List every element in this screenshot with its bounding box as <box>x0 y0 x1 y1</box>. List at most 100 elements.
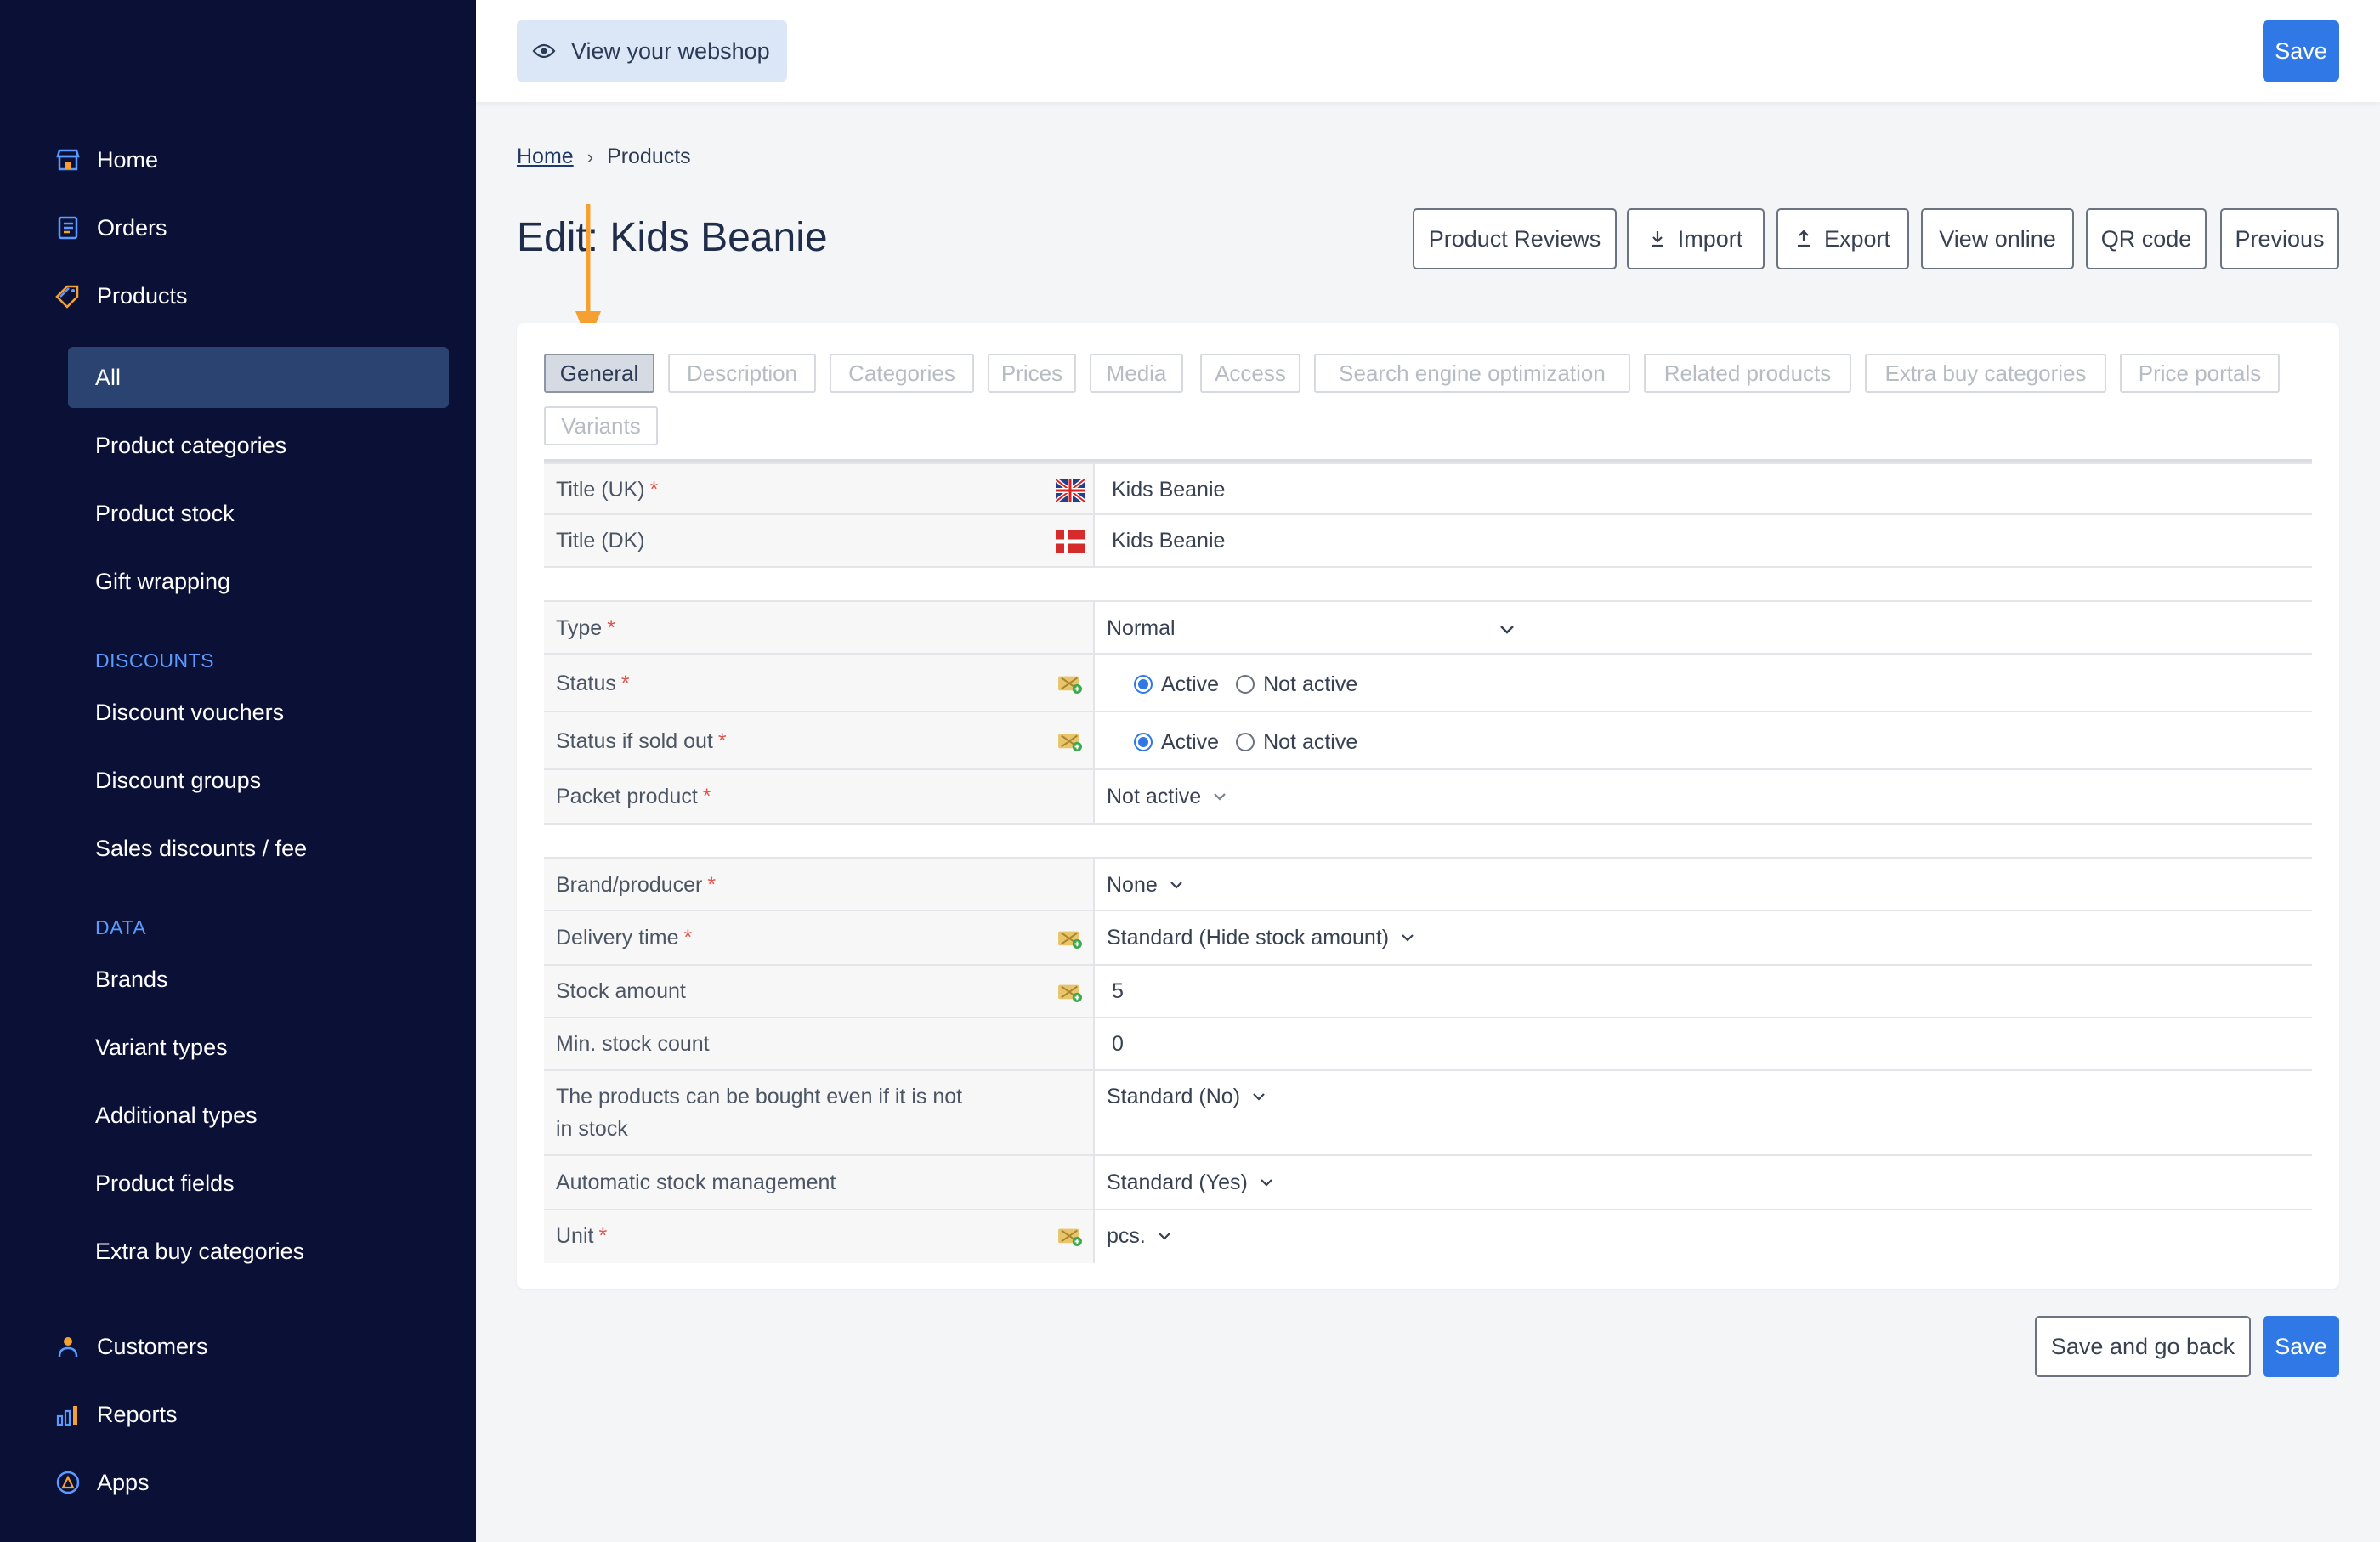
section-discounts: DISCOUNTS <box>95 649 214 672</box>
row-status-sold-out: Status if sold out * Active Not active <box>544 712 2312 770</box>
page-title: Edit: Kids Beanie <box>517 215 828 260</box>
title-uk-label: Title (UK) * <box>556 478 659 502</box>
nav-apps-label: Apps <box>97 1469 150 1495</box>
row-type: Type * Normal <box>544 600 2312 655</box>
nav-product-categories[interactable]: Product categories <box>68 415 449 476</box>
title-dk-input[interactable]: Kids Beanie <box>1112 524 1225 557</box>
radio-checked-icon <box>1134 675 1153 694</box>
nav-discount-groups[interactable]: Discount groups <box>68 750 449 811</box>
nav-discount-vouchers[interactable]: Discount vouchers <box>68 682 449 743</box>
row-delivery-time: Delivery time * Standard (Hide stock amou… <box>544 911 2312 966</box>
packet-product-label: Packet product * <box>556 785 711 808</box>
apps-icon <box>53 1467 83 1498</box>
row-status: Status * Active Not active <box>544 655 2312 712</box>
nav-orders-label: Orders <box>97 214 167 241</box>
qr-code-button[interactable]: QR code <box>2086 208 2207 269</box>
auto-stock-value: Standard (Yes) <box>1107 1170 1248 1194</box>
export-label: Export <box>1823 225 1891 252</box>
status-not-active-option[interactable]: Not active <box>1236 672 1357 697</box>
product-edit-card: General Description Categories Prices Me… <box>517 323 2339 1289</box>
unit-value: pcs. <box>1107 1223 1146 1248</box>
chevron-down-icon <box>1213 792 1227 801</box>
tab-related-products[interactable]: Related products <box>1644 354 1851 393</box>
nav-orders[interactable]: Orders <box>53 202 167 253</box>
save-button-bottom[interactable]: Save <box>2263 1316 2339 1377</box>
tab-extra-buy-categories[interactable]: Extra buy categories <box>1865 354 2106 393</box>
nav-extra-buy-categories[interactable]: Extra buy categories <box>68 1221 449 1282</box>
import-button[interactable]: Import <box>1627 208 1765 269</box>
nav-products[interactable]: Products <box>53 270 188 321</box>
status-radios: Active Not active <box>1134 668 1374 700</box>
chevron-down-icon <box>1499 616 1515 641</box>
tab-categories[interactable]: Categories <box>830 354 974 393</box>
bulk-edit-icon[interactable] <box>1056 672 1085 694</box>
stock-amount-input[interactable]: 5 <box>1112 975 1124 1007</box>
eye-icon <box>532 38 558 64</box>
person-icon <box>53 1331 83 1362</box>
type-select[interactable]: Normal <box>1107 612 1515 644</box>
min-stock-input[interactable]: 0 <box>1112 1028 1124 1060</box>
product-reviews-button[interactable]: Product Reviews <box>1413 208 1617 269</box>
delivery-time-select[interactable]: Standard (Hide stock amount) <box>1107 921 1414 954</box>
packet-product-select[interactable]: Not active <box>1107 780 1227 813</box>
breadcrumb-home[interactable]: Home <box>517 145 574 169</box>
bulk-edit-icon[interactable] <box>1056 729 1085 751</box>
tab-access[interactable]: Access <box>1200 354 1300 393</box>
bulk-edit-icon[interactable] <box>1056 927 1085 949</box>
tab-price-portals[interactable]: Price portals <box>2120 354 2280 393</box>
auto-stock-select[interactable]: Standard (Yes) <box>1107 1166 1273 1199</box>
nav-sales-discounts[interactable]: Sales discounts / fee <box>68 818 449 879</box>
nav-customers-label: Customers <box>97 1333 208 1359</box>
chevron-down-icon <box>1260 1178 1273 1187</box>
nav-customers[interactable]: Customers <box>53 1321 208 1372</box>
view-webshop-label: View your webshop <box>571 37 770 64</box>
chevron-right-icon: › <box>586 145 594 167</box>
nav-product-fields[interactable]: Product fields <box>68 1153 449 1214</box>
tab-variants[interactable]: Variants <box>544 406 658 445</box>
nav-brands[interactable]: Brands <box>68 949 449 1010</box>
sold-out-active-option[interactable]: Active <box>1134 730 1219 755</box>
radio-unchecked-icon <box>1236 733 1255 751</box>
bulk-edit-icon[interactable] <box>1056 980 1085 1002</box>
import-label: Import <box>1677 225 1743 252</box>
row-brand: Brand/producer * None <box>544 857 2312 911</box>
nav-additional-types[interactable]: Additional types <box>68 1085 449 1146</box>
nav-variant-types[interactable]: Variant types <box>68 1017 449 1078</box>
tab-description[interactable]: Description <box>668 354 816 393</box>
chevron-down-icon <box>1252 1092 1266 1101</box>
chevron-down-icon <box>1170 881 1183 889</box>
dk-flag-icon <box>1056 530 1085 553</box>
previous-button[interactable]: Previous <box>2220 208 2339 269</box>
breadcrumb-current: Products <box>607 145 691 168</box>
view-webshop-button[interactable]: View your webshop <box>517 20 787 82</box>
row-min-stock: Min. stock count 0 <box>544 1018 2312 1071</box>
stock-amount-label: Stock amount <box>556 979 686 1003</box>
tab-general[interactable]: General <box>544 354 654 393</box>
nav-gift-wrapping[interactable]: Gift wrapping <box>68 551 449 612</box>
view-online-button[interactable]: View online <box>1921 208 2074 269</box>
nav-product-stock[interactable]: Product stock <box>68 483 449 544</box>
save-and-go-back-button[interactable]: Save and go back <box>2035 1316 2251 1377</box>
buy-out-of-stock-select[interactable]: Standard (No) <box>1107 1080 1266 1113</box>
tab-seo[interactable]: Search engine optimization <box>1314 354 1630 393</box>
export-button[interactable]: Export <box>1776 208 1909 269</box>
unit-select[interactable]: pcs. <box>1107 1220 1171 1252</box>
tab-media[interactable]: Media <box>1090 354 1183 393</box>
nav-home[interactable]: Home <box>53 134 158 185</box>
brand-label: Brand/producer * <box>556 873 717 897</box>
status-active-option[interactable]: Active <box>1134 672 1219 697</box>
sold-out-not-active-option[interactable]: Not active <box>1236 730 1357 755</box>
brand-select[interactable]: None <box>1107 869 1183 901</box>
bulk-edit-icon[interactable] <box>1056 1224 1085 1246</box>
title-uk-input[interactable]: Kids Beanie <box>1112 473 1225 506</box>
nav-home-label: Home <box>97 146 159 173</box>
nav-reports[interactable]: Reports <box>53 1389 178 1440</box>
tab-prices[interactable]: Prices <box>988 354 1076 393</box>
nav-products-all[interactable]: All <box>68 347 449 408</box>
row-unit: Unit * pcs. <box>544 1210 2312 1263</box>
nav-apps[interactable]: Apps <box>53 1457 150 1508</box>
uk-flag-icon <box>1056 479 1085 502</box>
auto-stock-label: Automatic stock management <box>556 1171 836 1194</box>
save-button-top[interactable]: Save <box>2263 20 2339 82</box>
row-auto-stock: Automatic stock management Standard (Yes… <box>544 1156 2312 1210</box>
